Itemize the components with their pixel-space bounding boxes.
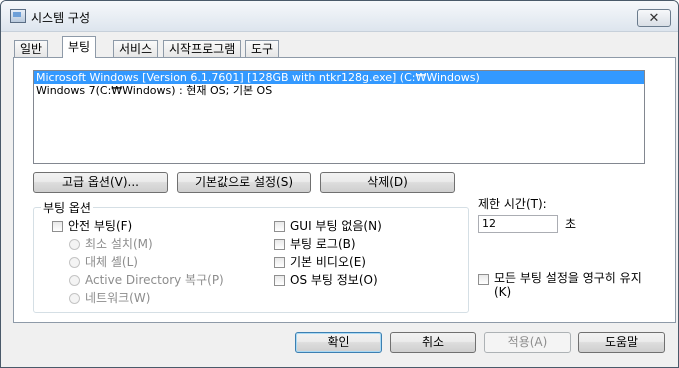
make-permanent-label-hotkey: (K) [494,285,512,299]
tab-services[interactable]: 서비스 [113,40,159,57]
advanced-options-button[interactable]: 고급 옵션(V)... [33,172,168,193]
tab-general[interactable]: 일반 [14,40,49,57]
network-radio [69,293,80,304]
tab-boot[interactable]: 부팅 [62,36,97,58]
delete-button[interactable]: 삭제(D) [320,172,455,193]
timeout-label: 제한 시간(T): [478,197,547,211]
boot-entry[interactable]: Microsoft Windows [Version 6.1.7601] [12… [34,71,644,84]
ok-button[interactable]: 확인 [295,332,382,353]
alternate-shell-radio [69,257,80,268]
help-button[interactable]: 도움말 [578,332,665,353]
tab-tools[interactable]: 도구 [245,40,280,57]
make-permanent-checkbox[interactable] [478,274,489,285]
apply-button[interactable]: 적용(A) [484,332,571,353]
network-label: 네트워크(W) [85,291,151,305]
window-title: 시스템 구성 [31,11,91,25]
os-boot-info-checkbox[interactable] [274,275,285,286]
boot-entry-list[interactable]: Microsoft Windows [Version 6.1.7601] [12… [33,70,645,164]
msconfig-icon [10,9,26,23]
base-video-label: 기본 비디오(E) [290,255,366,269]
boot-log-checkbox[interactable] [274,239,285,250]
system-configuration-window: 시스템 구성 ✕ 일반 부팅 서비스 시작프로그램 도구 Microsoft W… [0,0,679,368]
os-boot-info-label: OS 부팅 정보(O) [290,273,378,287]
minimal-label: 최소 설치(M) [85,237,153,251]
ad-repair-label: Active Directory 복구(P) [85,273,224,287]
base-video-checkbox[interactable] [274,257,285,268]
boot-options-title: 부팅 옵션 [41,199,93,216]
boot-log-label: 부팅 로그(B) [290,237,356,251]
minimal-radio [69,239,80,250]
no-gui-boot-checkbox[interactable] [274,221,285,232]
timeout-input[interactable]: 12 [478,215,558,233]
ad-repair-radio [69,275,80,286]
no-gui-boot-label: GUI 부팅 없음(N) [290,219,382,233]
safe-boot-checkbox[interactable] [52,221,63,232]
close-button[interactable]: ✕ [637,9,671,27]
tab-startup[interactable]: 시작프로그램 [163,40,242,57]
title-bar: 시스템 구성 ✕ [1,1,678,32]
alternate-shell-label: 대체 셸(L) [85,255,138,269]
timeout-unit: 초 [565,217,577,231]
cancel-button[interactable]: 취소 [390,332,476,353]
safe-boot-label: 안전 부팅(F) [68,219,133,233]
make-permanent-label: 모든 부팅 설정을 영구히 유지 [494,271,642,285]
boot-entry[interactable]: Windows 7(C:₩Windows) : 현재 OS; 기본 OS [34,84,644,97]
set-default-button[interactable]: 기본값으로 설정(S) [177,172,311,193]
